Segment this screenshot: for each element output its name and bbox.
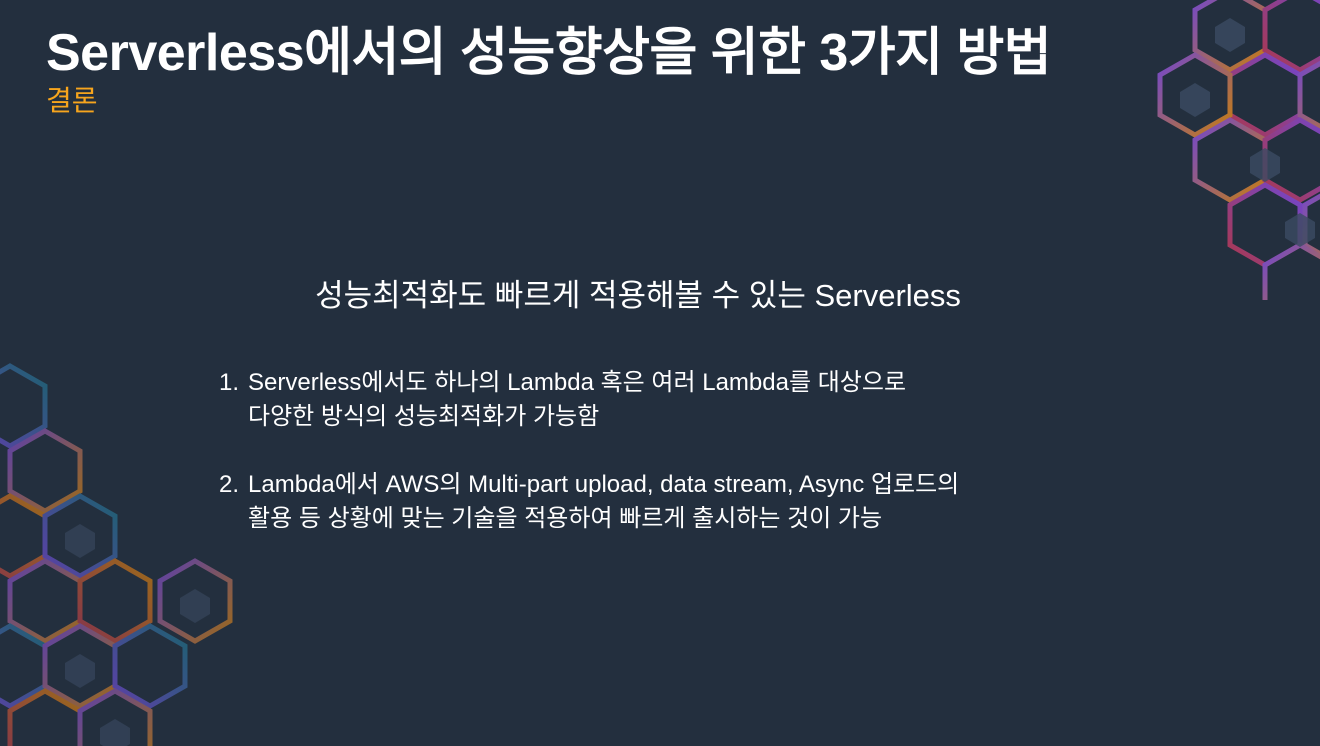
list-item-text: Lambda에서 AWS의 Multi-part upload, data st…	[248, 468, 1099, 536]
list-item-number: 2.	[219, 471, 240, 498]
list-item-line: Lambda에서 AWS의 Multi-part upload, data st…	[248, 471, 960, 498]
section-heading: 성능최적화도 빠르게 적용해볼 수 있는 Serverless	[315, 278, 961, 313]
list-item-line: 다양한 방식의 성능최적화가 가능함	[248, 403, 600, 430]
list-item-line: 활용 등 상황에 맞는 기술을 적용하여 빠르게 출시하는 것이 가능	[248, 505, 883, 532]
slide: Serverless에서의 성능향상을 위한 3가지 방법 결론 성능최적화도 …	[0, 0, 1320, 746]
slide-title: Serverless에서의 성능향상을 위한 3가지 방법	[46, 24, 1052, 82]
list-item: 2. Lambda에서 AWS의 Multi-part upload, data…	[219, 468, 1099, 536]
list-item: 1. Serverless에서도 하나의 Lambda 혹은 여러 Lambda…	[219, 366, 1099, 434]
hexagon-pattern-top-right	[1157, 0, 1320, 300]
list-item-number: 1.	[219, 369, 240, 396]
list-item-text: Serverless에서도 하나의 Lambda 혹은 여러 Lambda를 대…	[248, 366, 1099, 434]
numbered-points: 1. Serverless에서도 하나의 Lambda 혹은 여러 Lambda…	[219, 366, 1099, 570]
slide-subtitle: 결론	[46, 85, 98, 116]
list-item-line: Serverless에서도 하나의 Lambda 혹은 여러 Lambda를 대…	[248, 369, 907, 396]
